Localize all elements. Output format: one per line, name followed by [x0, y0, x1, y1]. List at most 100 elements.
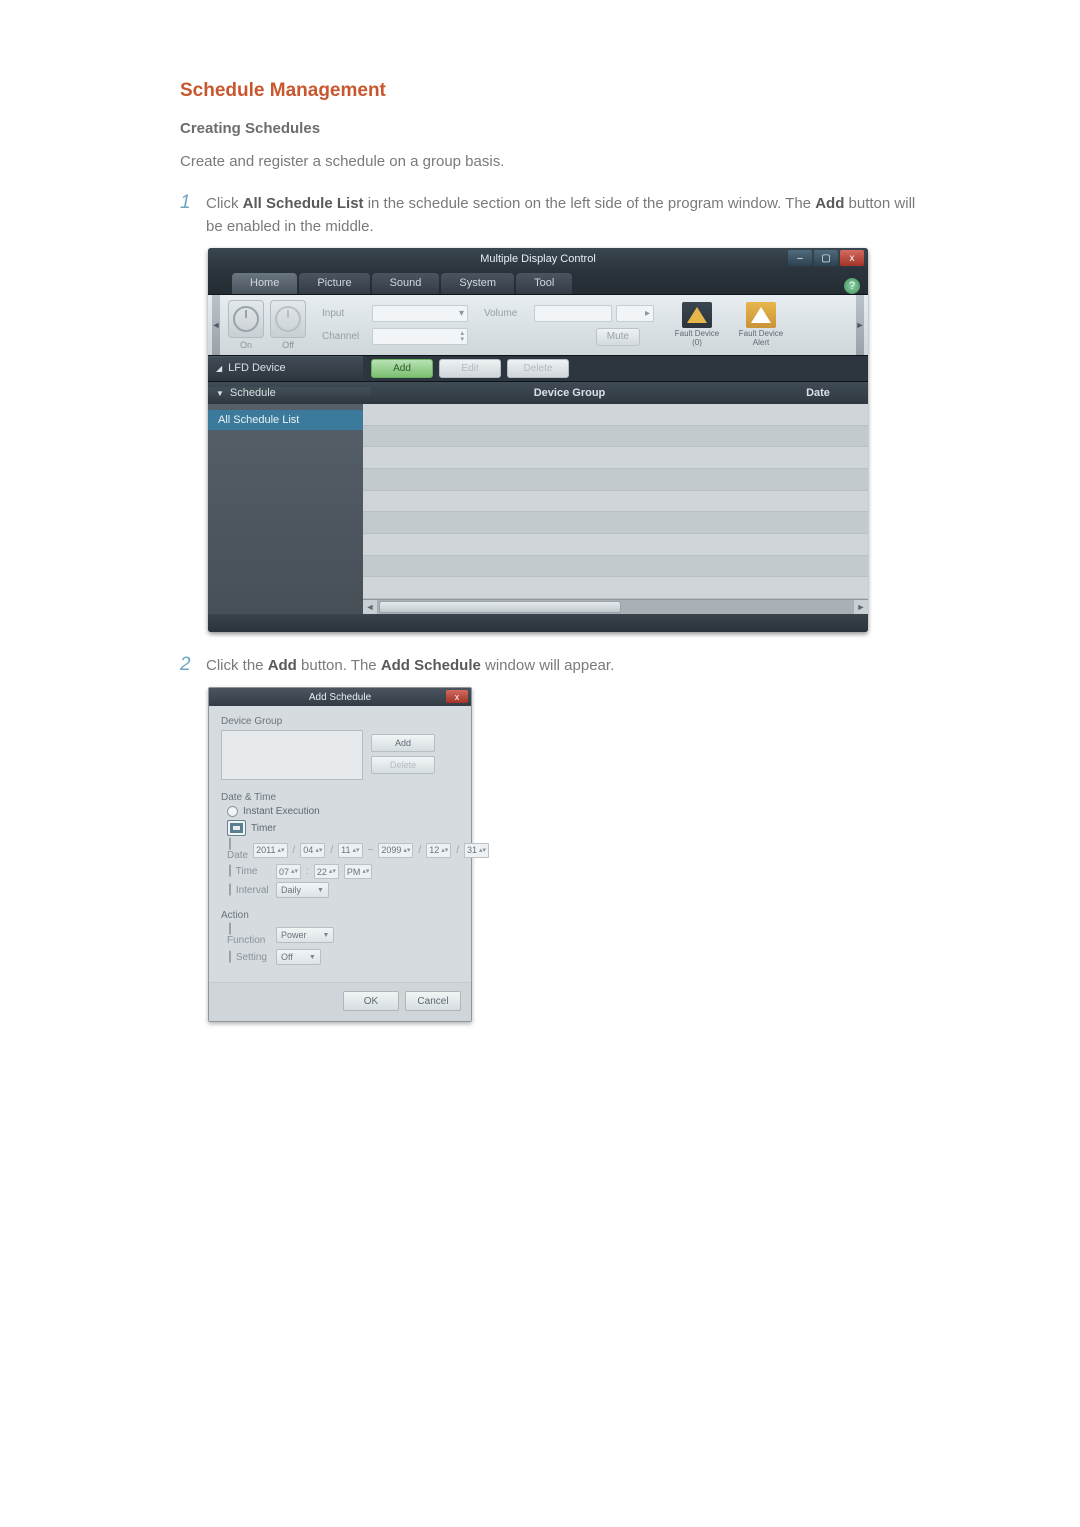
- table-row: [363, 577, 868, 599]
- panel-schedule[interactable]: ▼Schedule: [208, 387, 371, 399]
- table-row: [363, 556, 868, 578]
- step-number: 1: [180, 192, 206, 214]
- interval-select[interactable]: Daily▼: [276, 882, 329, 898]
- dialog-close-button[interactable]: x: [446, 690, 468, 703]
- power-off-button[interactable]: [270, 300, 306, 338]
- volume-label: Volume: [484, 308, 530, 319]
- section-title: Schedule Management: [180, 80, 920, 102]
- column-date: Date: [768, 387, 868, 399]
- date-from-year[interactable]: 2011▴▾: [253, 843, 287, 858]
- function-select[interactable]: Power▼: [276, 927, 334, 943]
- channel-label: Channel: [322, 331, 368, 342]
- schedule-grid: ◄ ►: [363, 404, 868, 614]
- table-row: [363, 491, 868, 513]
- table-row: [363, 512, 868, 534]
- table-row: [363, 404, 868, 426]
- device-group-list[interactable]: [221, 730, 363, 780]
- setting-select[interactable]: Off▼: [276, 949, 321, 965]
- timer-radio[interactable]: Timer: [227, 820, 459, 836]
- sidebar-item-all-schedule-list[interactable]: All Schedule List: [208, 410, 363, 430]
- window-titlebar: Multiple Display Control – ▢ x: [208, 248, 868, 270]
- edit-button[interactable]: Edit: [439, 359, 501, 378]
- minimize-button[interactable]: –: [788, 250, 812, 266]
- power-on-label: On: [240, 340, 252, 350]
- instant-execution-radio[interactable]: Instant Execution: [227, 806, 459, 817]
- panel-lfd-device[interactable]: ◢LFD Device: [208, 356, 363, 379]
- fault-device-button[interactable]: Fault Device(0): [668, 302, 726, 348]
- warning-icon: [751, 307, 771, 323]
- tab-picture[interactable]: Picture: [299, 273, 369, 294]
- power-icon: [233, 306, 259, 332]
- schedule-sidebar: All Schedule List: [208, 404, 363, 614]
- fault-alert-button[interactable]: Fault Device Alert: [732, 302, 790, 348]
- scroll-left-icon[interactable]: ◄: [363, 600, 377, 614]
- date-to-day[interactable]: 31▴▾: [464, 843, 489, 858]
- scroll-thumb[interactable]: [379, 601, 621, 613]
- table-row: [363, 534, 868, 556]
- setting-label: ┃ Setting: [227, 952, 271, 963]
- tab-tool[interactable]: Tool: [516, 273, 572, 294]
- tab-system[interactable]: System: [441, 273, 514, 294]
- step-text: Click the Add button. The Add Schedule w…: [206, 654, 920, 677]
- step-number: 2: [180, 654, 206, 676]
- time-ampm[interactable]: PM▴▾: [344, 864, 373, 879]
- statusbar: [208, 614, 868, 632]
- step-2: 2 Click the Add button. The Add Schedule…: [180, 654, 920, 677]
- date-from-day[interactable]: 11▴▾: [338, 843, 362, 858]
- table-row: [363, 426, 868, 448]
- device-group-delete-button[interactable]: Delete: [371, 756, 435, 774]
- radio-icon: [227, 820, 246, 836]
- table-row: [363, 447, 868, 469]
- delete-button[interactable]: Delete: [507, 359, 569, 378]
- device-group-add-button[interactable]: Add: [371, 734, 435, 752]
- step-text: Click All Schedule List in the schedule …: [206, 192, 920, 239]
- interval-label: ┃ Interval: [227, 885, 271, 896]
- intro-text: Create and register a schedule on a grou…: [180, 151, 920, 174]
- cancel-button[interactable]: Cancel: [405, 991, 461, 1011]
- channel-stepper[interactable]: ▴▾: [372, 328, 468, 345]
- column-device-group: Device Group: [371, 387, 768, 399]
- ribbon-scroll-left[interactable]: ◄: [212, 295, 220, 355]
- app-screenshot-main: Multiple Display Control – ▢ x Home Pict…: [208, 248, 868, 632]
- time-minute[interactable]: 22▴▾: [314, 864, 339, 879]
- function-label: ┃ Function: [227, 924, 271, 946]
- ok-button[interactable]: OK: [343, 991, 399, 1011]
- close-button[interactable]: x: [840, 250, 864, 266]
- action-label: Action: [221, 910, 459, 921]
- date-from-month[interactable]: 04▴▾: [300, 843, 325, 858]
- ribbon: ◄ On Off Input ▾: [208, 295, 868, 355]
- sub-heading: Creating Schedules: [180, 120, 920, 137]
- time-label: ┃ Time: [227, 866, 271, 877]
- add-button[interactable]: Add: [371, 359, 433, 378]
- radio-icon: [227, 806, 238, 817]
- dialog-title: Add Schedule: [309, 692, 371, 703]
- mute-button[interactable]: Mute: [596, 328, 640, 346]
- ribbon-scroll-right[interactable]: ►: [856, 295, 864, 355]
- help-icon[interactable]: ?: [844, 278, 860, 294]
- chevron-down-icon: ▼: [323, 932, 330, 939]
- input-dropdown[interactable]: ▾: [372, 305, 468, 322]
- caret-down-icon: ▼: [216, 389, 224, 398]
- add-schedule-dialog: Add Schedule x Device Group Add Delete D…: [208, 687, 472, 1022]
- power-on-button[interactable]: [228, 300, 264, 338]
- power-icon: [275, 306, 301, 332]
- tab-sound[interactable]: Sound: [372, 273, 440, 294]
- power-off-label: Off: [282, 340, 294, 350]
- horizontal-scrollbar[interactable]: ◄ ►: [363, 599, 868, 614]
- date-to-year[interactable]: 2099▴▾: [378, 843, 413, 858]
- caret-icon: ◢: [216, 364, 222, 373]
- date-to-month[interactable]: 12▴▾: [426, 843, 451, 858]
- chevron-down-icon: ▼: [309, 954, 316, 961]
- maximize-button[interactable]: ▢: [814, 250, 838, 266]
- table-row: [363, 469, 868, 491]
- device-group-label: Device Group: [221, 716, 459, 727]
- volume-value[interactable]: ▸: [616, 305, 654, 322]
- time-hour[interactable]: 07▴▾: [276, 864, 301, 879]
- volume-slider[interactable]: [534, 305, 612, 322]
- date-time-label: Date & Time: [221, 792, 459, 803]
- scroll-right-icon[interactable]: ►: [854, 600, 868, 614]
- input-label: Input: [322, 308, 368, 319]
- dialog-titlebar: Add Schedule x: [209, 688, 471, 706]
- step-1: 1 Click All Schedule List in the schedul…: [180, 192, 920, 239]
- tab-home[interactable]: Home: [232, 273, 297, 294]
